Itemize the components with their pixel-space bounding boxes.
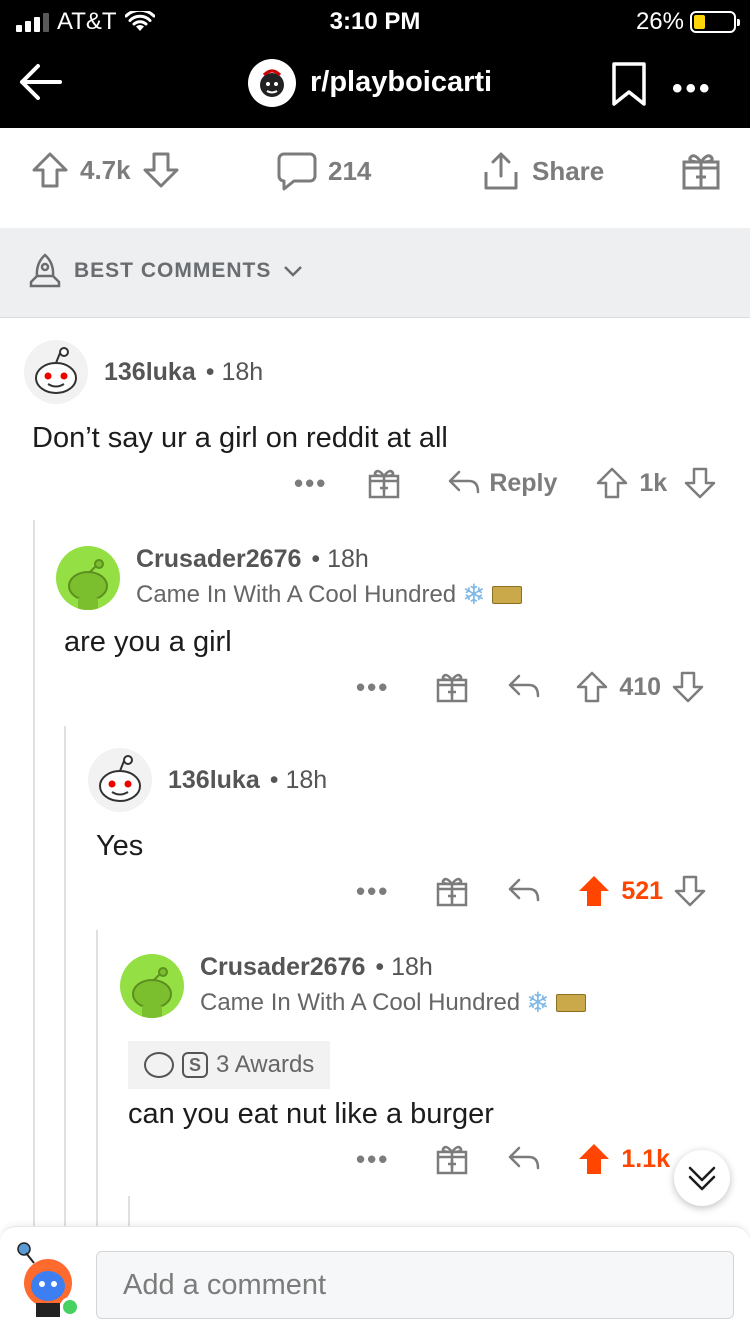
comment-composer — [0, 1226, 750, 1334]
comment-time-value: 18h — [391, 953, 433, 981]
downvote-icon[interactable] — [673, 874, 707, 908]
comment-time: • 18h — [269, 765, 328, 794]
money-icon — [491, 585, 522, 604]
more-options-icon[interactable]: ••• — [356, 672, 389, 703]
post-comments-button[interactable]: 214 — [276, 150, 371, 192]
post-vote: 4.7k — [30, 150, 181, 190]
awards-count: 3 Awards — [216, 1051, 315, 1078]
gift-icon[interactable] — [435, 670, 469, 704]
battery-percent: 26% — [635, 8, 684, 35]
comment-time: • 18h — [375, 953, 433, 981]
avatar[interactable] — [24, 340, 88, 404]
more-options-icon[interactable]: ••• — [356, 1144, 389, 1175]
comment-actions: ••• 521 — [356, 874, 707, 908]
chevron-down-icon — [284, 266, 303, 277]
flair-text: Came In With A Cool Hundred — [200, 988, 521, 1016]
subreddit-name[interactable]: r/playboicarti — [310, 66, 492, 99]
gift-icon[interactable] — [367, 466, 401, 500]
comment-body: can you eat nut like a burger — [128, 1098, 494, 1130]
post-score: 4.7k — [80, 154, 131, 185]
snowflake-icon: ❄ — [526, 987, 550, 1018]
share-label: Share — [532, 155, 605, 186]
battery: 26% — [635, 8, 740, 36]
comment-body: Yes — [96, 830, 144, 862]
comment-actions: ••• 1.1k — [356, 1142, 680, 1176]
comment-author[interactable]: 136luka — [104, 358, 196, 387]
gift-icon — [682, 154, 720, 190]
reply-label: Reply — [489, 468, 558, 497]
comment-author[interactable]: 136luka — [168, 766, 260, 795]
upvote-icon[interactable] — [575, 670, 609, 704]
reply-icon — [449, 470, 480, 494]
share-button[interactable]: Share — [480, 150, 604, 192]
comment-time: • 18h — [311, 545, 369, 573]
flair-text: Came In With A Cool Hundred — [136, 580, 457, 608]
comment-time-value: 18h — [285, 765, 328, 794]
more-options-icon[interactable]: ••• — [672, 72, 713, 106]
upvote-active-icon[interactable] — [577, 1142, 611, 1176]
awards-badge[interactable]: S 3 Awards — [128, 1041, 331, 1089]
post-comment-count: 214 — [328, 155, 372, 186]
avatar[interactable] — [120, 954, 184, 1018]
comment-score: 1k — [639, 468, 668, 497]
comment-score: 1.1k — [621, 1144, 670, 1173]
thread-line-4[interactable] — [128, 1196, 130, 1226]
award-coin-icon: S — [182, 1052, 208, 1078]
double-chevron-down-icon — [688, 1166, 716, 1191]
upvote-active-icon[interactable] — [577, 874, 611, 908]
rocket-icon — [29, 253, 61, 288]
more-options-icon[interactable]: ••• — [356, 876, 389, 907]
comment-actions: ••• 410 — [356, 670, 705, 704]
comment-input[interactable] — [96, 1251, 734, 1319]
back-arrow-icon[interactable] — [14, 56, 66, 108]
gift-icon[interactable] — [435, 874, 469, 908]
thread-line-3[interactable] — [96, 930, 98, 1226]
comment-score: 521 — [621, 876, 664, 905]
money-icon — [555, 993, 586, 1012]
user-flair: Came In With A Cool Hundred ❄ — [136, 578, 522, 611]
thread-line-1[interactable] — [33, 520, 35, 1226]
post-action-bar: 4.7k 214 Share — [0, 128, 750, 228]
upvote-icon[interactable] — [595, 466, 629, 500]
downvote-icon[interactable] — [683, 466, 717, 500]
comment-score: 410 — [619, 672, 662, 701]
upvote-icon[interactable] — [30, 150, 70, 190]
subreddit-icon[interactable] — [248, 59, 296, 107]
share-icon — [484, 152, 518, 190]
battery-icon — [690, 11, 740, 33]
status-bar: AT&T 3:10 PM 26% — [0, 0, 750, 42]
sort-bar[interactable]: BEST COMMENTS — [0, 228, 750, 318]
more-options-icon[interactable]: ••• — [294, 468, 327, 499]
sort-label: BEST COMMENTS — [74, 259, 272, 282]
thread-line-2[interactable] — [64, 726, 66, 1226]
comment-actions: ••• Reply 1k — [294, 466, 717, 500]
avatar[interactable] — [56, 546, 120, 610]
comment-author[interactable]: Crusader2676 — [200, 953, 365, 982]
reply-button[interactable]: Reply — [447, 468, 557, 498]
bookmark-icon[interactable] — [610, 60, 648, 108]
comment-body: Don’t say ur a girl on reddit at all — [32, 422, 448, 454]
comment-body: are you a girl — [64, 626, 232, 658]
comment-icon — [277, 152, 317, 191]
next-comment-button[interactable] — [674, 1150, 730, 1206]
reply-icon[interactable] — [507, 876, 541, 906]
comment-time-value: 18h — [221, 357, 264, 386]
reply-icon[interactable] — [507, 672, 541, 702]
comment-time: • 18h — [205, 357, 264, 386]
snowflake-icon: ❄ — [462, 579, 486, 610]
downvote-icon[interactable] — [141, 150, 181, 190]
avatar[interactable] — [88, 748, 152, 812]
comment-author[interactable]: Crusader2676 — [136, 545, 301, 574]
user-flair: Came In With A Cool Hundred ❄ — [200, 986, 586, 1019]
award-face-icon — [144, 1052, 174, 1078]
top-bar: AT&T 3:10 PM 26% r/playboicarti ••• — [0, 0, 750, 128]
reply-icon[interactable] — [507, 1144, 541, 1174]
online-status-dot — [60, 1297, 80, 1317]
award-button[interactable] — [680, 150, 722, 192]
comment-time-value: 18h — [327, 545, 369, 573]
gift-icon[interactable] — [435, 1142, 469, 1176]
nav-bar: r/playboicarti ••• — [0, 42, 750, 128]
downvote-icon[interactable] — [671, 670, 705, 704]
